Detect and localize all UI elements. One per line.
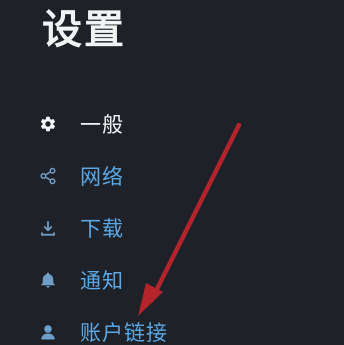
menu-item-download[interactable]: 下载 [36, 202, 336, 254]
gear-icon [36, 112, 60, 136]
menu-item-label: 账户链接 [80, 321, 168, 345]
page-title: 设置 [42, 7, 126, 53]
share-nodes-icon [36, 164, 60, 188]
menu-item-label: 下载 [80, 217, 124, 241]
menu-item-account-links[interactable]: 账户链接 [36, 306, 336, 345]
bell-icon [36, 268, 60, 292]
download-icon [36, 216, 60, 240]
user-icon [36, 320, 60, 344]
settings-page: 设置 一般 网络 下载 通知 账户链接 [0, 0, 344, 345]
menu-item-label: 通知 [80, 269, 124, 293]
menu-item-label: 网络 [80, 165, 124, 189]
settings-menu: 一般 网络 下载 通知 账户链接 [36, 98, 336, 345]
menu-item-label: 一般 [80, 113, 124, 137]
menu-item-network[interactable]: 网络 [36, 150, 336, 202]
menu-item-notifications[interactable]: 通知 [36, 254, 336, 306]
menu-item-general[interactable]: 一般 [36, 98, 336, 150]
